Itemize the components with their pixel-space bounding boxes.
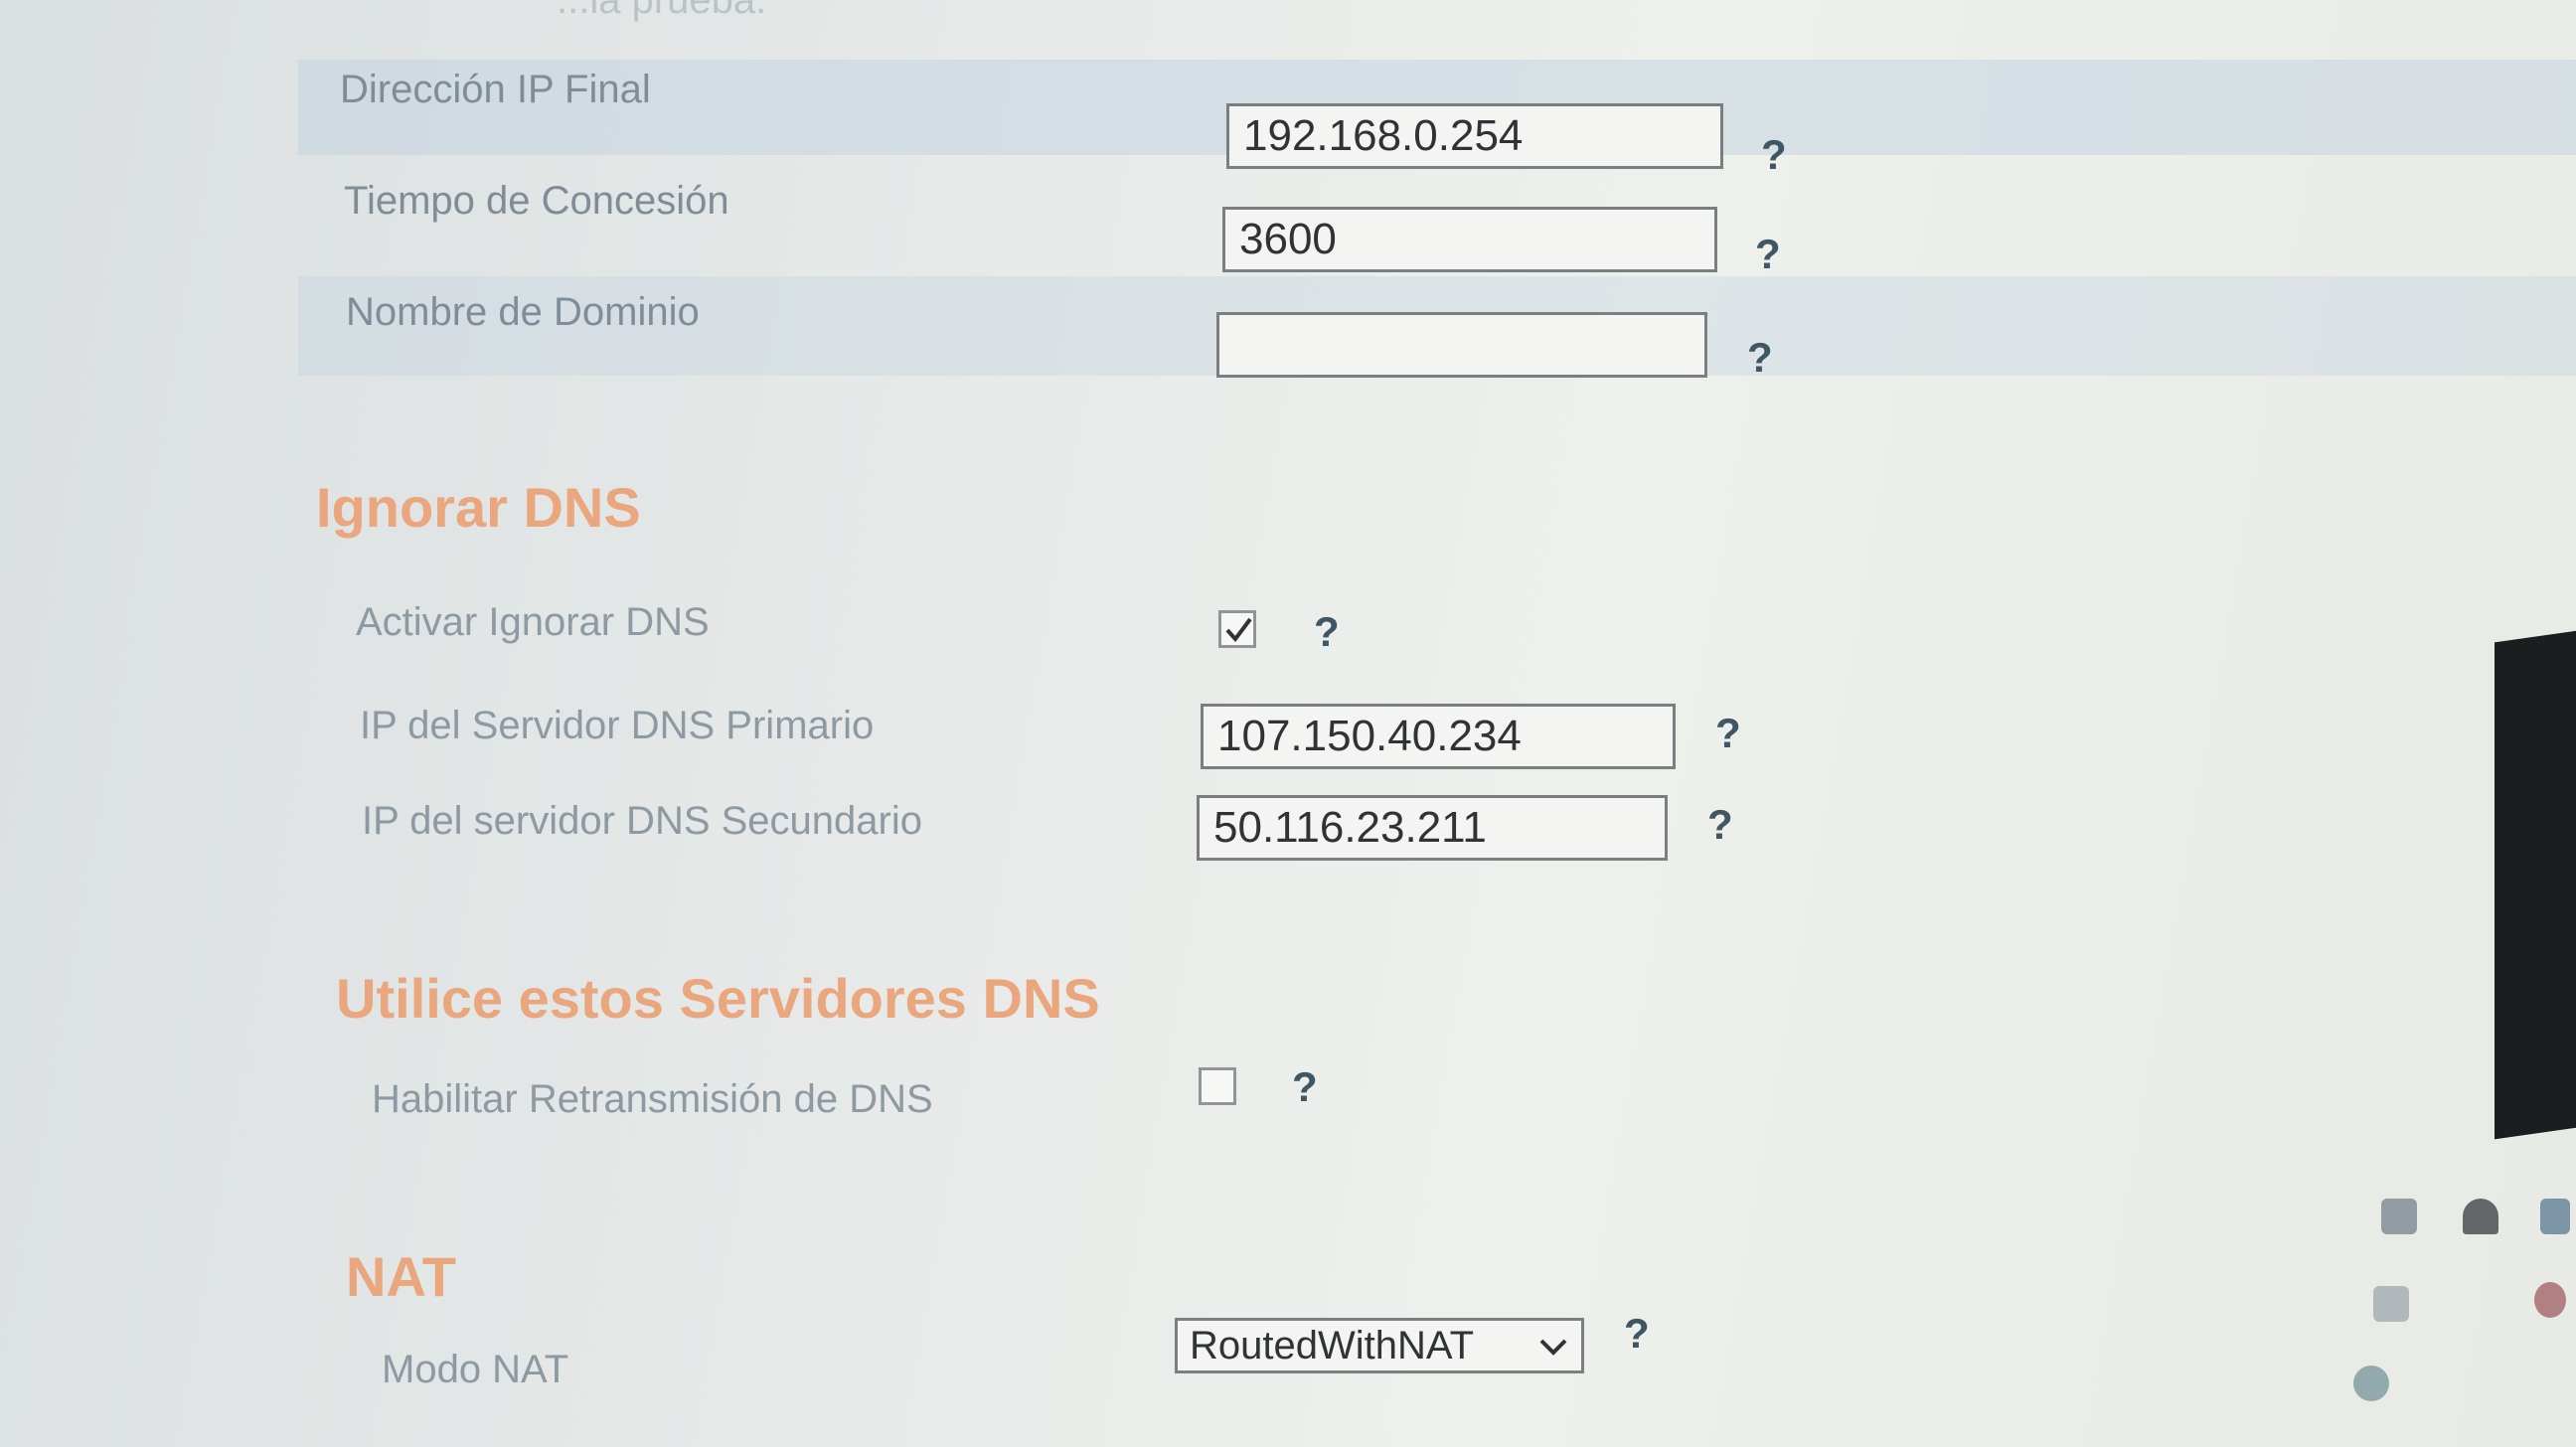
- checkmark-icon: [1225, 617, 1252, 643]
- enable-ignore-dns-label: Activar Ignorar DNS: [356, 600, 710, 644]
- dns-relay-label: Habilitar Retransmisión de DNS: [372, 1077, 933, 1121]
- end-ip-input[interactable]: [1226, 103, 1723, 169]
- end-ip-help-icon[interactable]: ?: [1761, 131, 1787, 179]
- nat-mode-label: Modo NAT: [382, 1348, 569, 1391]
- dns-relay-help-icon[interactable]: ?: [1292, 1063, 1318, 1111]
- lease-time-label: Tiempo de Concesión: [344, 179, 729, 223]
- domain-name-label: Nombre de Dominio: [346, 290, 700, 334]
- partial-header-text: ...la prueba.: [557, 0, 767, 22]
- secondary-dns-label: IP del servidor DNS Secundario: [362, 799, 922, 843]
- nat-mode-help-icon[interactable]: ?: [1624, 1310, 1650, 1358]
- nat-mode-value: RoutedWithNAT: [1190, 1324, 1475, 1367]
- ignore-dns-title: Ignorar DNS: [316, 476, 641, 539]
- dns-relay-checkbox[interactable]: [1199, 1067, 1236, 1105]
- secondary-dns-help-icon[interactable]: ?: [1707, 801, 1733, 849]
- domain-name-input[interactable]: [1216, 312, 1707, 378]
- primary-dns-help-icon[interactable]: ?: [1715, 710, 1741, 757]
- nat-mode-select[interactable]: RoutedWithNAT: [1175, 1318, 1584, 1373]
- app-icon[interactable]: [2353, 1366, 2389, 1401]
- lease-time-help-icon[interactable]: ?: [1755, 231, 1781, 278]
- chevron-down-icon: [1539, 1339, 1567, 1356]
- primary-dns-label: IP del Servidor DNS Primario: [360, 704, 875, 747]
- speaker-icon[interactable]: [2540, 1199, 2570, 1234]
- enable-ignore-dns-checkbox[interactable]: [1218, 610, 1256, 648]
- end-ip-label: Dirección IP Final: [340, 68, 651, 111]
- monitor-icon[interactable]: [2381, 1199, 2417, 1234]
- app-icon[interactable]: [2534, 1282, 2566, 1318]
- nat-title: NAT: [346, 1245, 456, 1308]
- router-settings-screen: ...la prueba. Dirección IP Final ? Tiemp…: [0, 0, 2576, 1447]
- enable-ignore-dns-help-icon[interactable]: ?: [1314, 608, 1340, 656]
- monitor-bezel: [2495, 629, 2576, 1140]
- use-dns-servers-title: Utilice estos Servidores DNS: [336, 967, 1100, 1030]
- domain-name-help-icon[interactable]: ?: [1747, 334, 1773, 382]
- app-icon[interactable]: [2373, 1286, 2409, 1322]
- lease-time-input[interactable]: [1222, 207, 1717, 272]
- secondary-dns-input[interactable]: [1197, 795, 1668, 861]
- network-icon[interactable]: [2463, 1199, 2498, 1234]
- primary-dns-input[interactable]: [1201, 704, 1676, 769]
